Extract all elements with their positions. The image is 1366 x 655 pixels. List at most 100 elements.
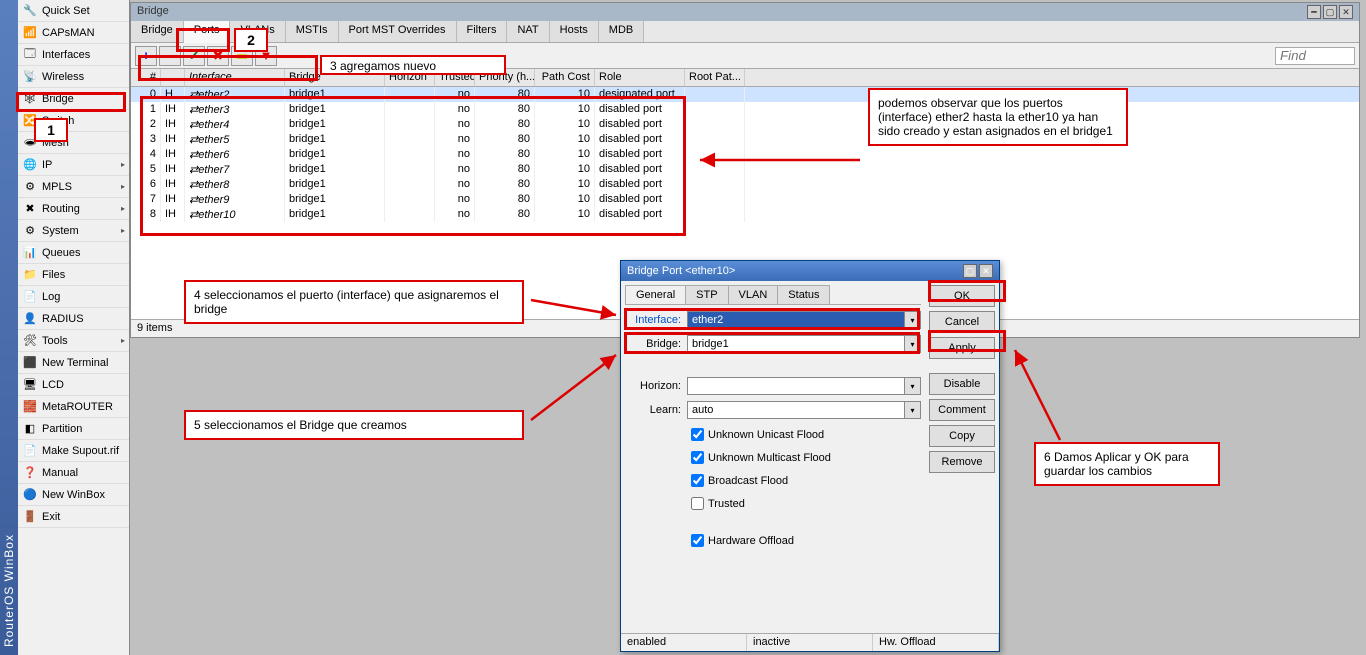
sidebar-item-bridge[interactable]: 🕸Bridge	[18, 88, 129, 110]
minimize-icon[interactable]: ━	[1307, 5, 1321, 19]
sidebar-item-mpls[interactable]: ⚙MPLS▸	[18, 176, 129, 198]
sidebar-item-quick-set[interactable]: 🔧Quick Set	[18, 0, 129, 22]
menu-label: Make Supout.rif	[42, 445, 119, 457]
menu-label: LCD	[42, 379, 64, 391]
annotation-5: 5 seleccionamos el Bridge que creamos	[184, 410, 524, 440]
column-header[interactable]	[161, 69, 185, 86]
dialog-close-icon[interactable]: ✕	[979, 264, 993, 278]
sidebar-item-manual[interactable]: ❓Manual	[18, 462, 129, 484]
tab-ports[interactable]: Ports	[184, 21, 231, 43]
column-header[interactable]: Root Pat...	[685, 69, 745, 86]
unknown-unicast-flood-checkbox[interactable]	[691, 428, 704, 441]
sidebar-item-files[interactable]: 📁Files	[18, 264, 129, 286]
learn-dropdown-icon[interactable]: ▾	[905, 401, 921, 419]
cancel-button[interactable]: Cancel	[929, 311, 995, 333]
horizon-field[interactable]	[687, 377, 905, 395]
menu-label: Queues	[42, 247, 81, 259]
column-header[interactable]: Trusted	[435, 69, 475, 86]
copy-button[interactable]: Copy	[929, 425, 995, 447]
column-header[interactable]: Priority (h...	[475, 69, 535, 86]
column-header[interactable]: Interface	[185, 69, 285, 86]
tab-mdb[interactable]: MDB	[599, 21, 644, 42]
tab-port-mst-overrides[interactable]: Port MST Overrides	[339, 21, 457, 42]
sidebar-item-wireless[interactable]: 📡Wireless	[18, 66, 129, 88]
sidebar-item-capsman[interactable]: 📶CAPsMAN	[18, 22, 129, 44]
sidebar-item-make-supout.rif[interactable]: 📄Make Supout.rif	[18, 440, 129, 462]
table-row[interactable]: 8IH⇄ether10bridge1no8010disabled port	[131, 207, 1359, 222]
sidebar-item-metarouter[interactable]: 🧱MetaROUTER	[18, 396, 129, 418]
unknown-multicast-flood-checkbox[interactable]	[691, 451, 704, 464]
bridge-dropdown-icon[interactable]: ▾	[905, 335, 921, 353]
sidebar-item-interfaces[interactable]: 🗔Interfaces	[18, 44, 129, 66]
table-row[interactable]: 7IH⇄ether9bridge1no8010disabled port	[131, 192, 1359, 207]
table-row[interactable]: 6IH⇄ether8bridge1no8010disabled port	[131, 177, 1359, 192]
maximize-icon[interactable]: ▢	[1323, 5, 1337, 19]
sidebar-item-lcd[interactable]: 🖥LCD	[18, 374, 129, 396]
enable-button[interactable]: ✔	[183, 46, 205, 66]
menu-label: Files	[42, 269, 65, 281]
interface-field[interactable]	[687, 311, 905, 329]
filter-button[interactable]: ▼	[255, 46, 277, 66]
dialog-tab-general[interactable]: General	[625, 285, 686, 304]
sidebar-item-radius[interactable]: 👤RADIUS	[18, 308, 129, 330]
remove-button[interactable]: −	[159, 46, 181, 66]
tab-nat[interactable]: NAT	[507, 21, 549, 42]
comment-button[interactable]: Comment	[929, 399, 995, 421]
menu-icon: ◧	[22, 421, 38, 437]
interface-dropdown-icon[interactable]: ▾	[905, 311, 921, 329]
dialog-tab-vlan[interactable]: VLAN	[728, 285, 779, 304]
menu-label: MetaROUTER	[42, 401, 113, 413]
hardware-offload-checkbox[interactable]	[691, 534, 704, 547]
column-header[interactable]: Path Cost	[535, 69, 595, 86]
sidebar-item-routing[interactable]: ✖Routing▸	[18, 198, 129, 220]
sidebar-item-mesh[interactable]: 🕳Mesh	[18, 132, 129, 154]
sidebar-item-ip[interactable]: 🌐IP▸	[18, 154, 129, 176]
column-header[interactable]: #	[131, 69, 161, 86]
trusted-checkbox[interactable]	[691, 497, 704, 510]
table-row[interactable]: 5IH⇄ether7bridge1no8010disabled port	[131, 162, 1359, 177]
sidebar-item-switch[interactable]: 🔀Switch	[18, 110, 129, 132]
sidebar-item-new-winbox[interactable]: 🔵New WinBox	[18, 484, 129, 506]
dialog-maximize-icon[interactable]: ▢	[963, 264, 977, 278]
bridge-field[interactable]	[687, 335, 905, 353]
tab-bridge[interactable]: Bridge	[131, 21, 184, 42]
find-input[interactable]	[1275, 47, 1355, 65]
table-row[interactable]: 4IH⇄ether6bridge1no8010disabled port	[131, 147, 1359, 162]
table-row[interactable]: 0H⇄ether2bridge1no8010designated port	[131, 87, 1359, 102]
menu-icon: 🔧	[22, 3, 38, 19]
dialog-tab-status[interactable]: Status	[777, 285, 830, 304]
apply-button[interactable]: Apply	[929, 337, 995, 359]
tab-mstis[interactable]: MSTIs	[286, 21, 339, 42]
sidebar-item-system[interactable]: ⚙System▸	[18, 220, 129, 242]
dialog-tab-stp[interactable]: STP	[685, 285, 728, 304]
tab-filters[interactable]: Filters	[457, 21, 508, 42]
sidebar-item-log[interactable]: 📄Log	[18, 286, 129, 308]
table-row[interactable]: 3IH⇄ether5bridge1no8010disabled port	[131, 132, 1359, 147]
add-button[interactable]: +	[135, 46, 157, 66]
dialog-title: Bridge Port <ether10>	[627, 265, 735, 277]
column-header[interactable]: Role	[595, 69, 685, 86]
sidebar-item-exit[interactable]: 🚪Exit	[18, 506, 129, 528]
comment-button[interactable]: ▭	[231, 46, 253, 66]
sidebar-item-tools[interactable]: 🛠Tools▸	[18, 330, 129, 352]
sidebar-item-new-terminal[interactable]: ⬛New Terminal	[18, 352, 129, 374]
close-icon[interactable]: ✕	[1339, 5, 1353, 19]
sidebar-item-queues[interactable]: 📊Queues	[18, 242, 129, 264]
ok-button[interactable]: OK	[929, 285, 995, 307]
broadcast-flood-checkbox[interactable]	[691, 474, 704, 487]
disable-button[interactable]: Disable	[929, 373, 995, 395]
menu-icon: 👤	[22, 311, 38, 327]
table-row[interactable]: 1IH⇄ether3bridge1no8010disabled port	[131, 102, 1359, 117]
sidebar-item-partition[interactable]: ◧Partition	[18, 418, 129, 440]
table-row[interactable]: 2IH⇄ether4bridge1no8010disabled port	[131, 117, 1359, 132]
column-header[interactable]: Horizon	[385, 69, 435, 86]
status-inactive: inactive	[747, 634, 873, 651]
status-enabled: enabled	[621, 634, 747, 651]
horizon-dropdown-icon[interactable]: ▾	[905, 377, 921, 395]
learn-field[interactable]	[687, 401, 905, 419]
remove-button[interactable]: Remove	[929, 451, 995, 473]
tab-vlans[interactable]: VLANs	[230, 21, 285, 42]
disable-button[interactable]: ✖	[207, 46, 229, 66]
column-header[interactable]: Bridge	[285, 69, 385, 86]
tab-hosts[interactable]: Hosts	[550, 21, 599, 42]
